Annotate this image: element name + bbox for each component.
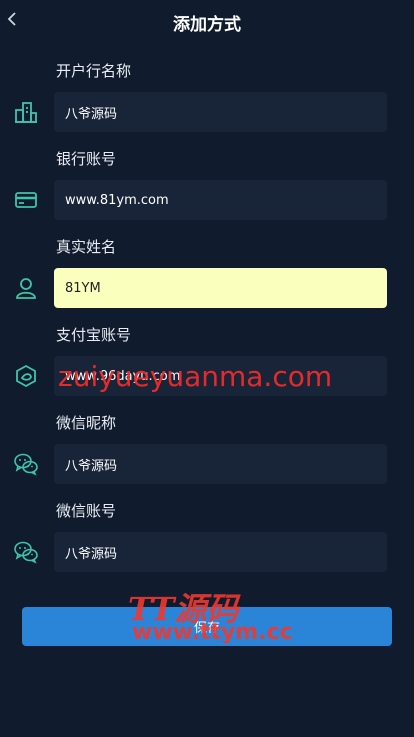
bank-name-input[interactable] [54,92,387,132]
wechat-nickname-label: 微信昵称 [56,414,117,432]
page-title: 添加方式 [173,15,241,35]
header: 添加方式 [0,0,414,46]
wechat-nickname-input[interactable] [54,444,387,484]
real-name-label: 真实姓名 [56,238,117,256]
bank-name-label: 开户行名称 [56,62,132,80]
alipay-icon [16,364,36,388]
alipay-account-label: 支付宝账号 [56,326,132,344]
watermark-url: www.ttym.cc [132,620,293,645]
wechat-icon [14,541,38,564]
bank-card-icon [15,192,37,208]
bank-account-label: 银行账号 [56,150,117,168]
real-name-input[interactable] [54,268,387,308]
wechat-icon [14,453,38,476]
user-icon [16,278,36,299]
bank-building-icon [15,102,37,123]
bank-account-input[interactable] [54,180,387,220]
watermark-text: zuiyueyuanma.com [58,360,333,393]
wechat-account-input[interactable] [54,532,387,572]
wechat-account-label: 微信账号 [56,502,117,520]
